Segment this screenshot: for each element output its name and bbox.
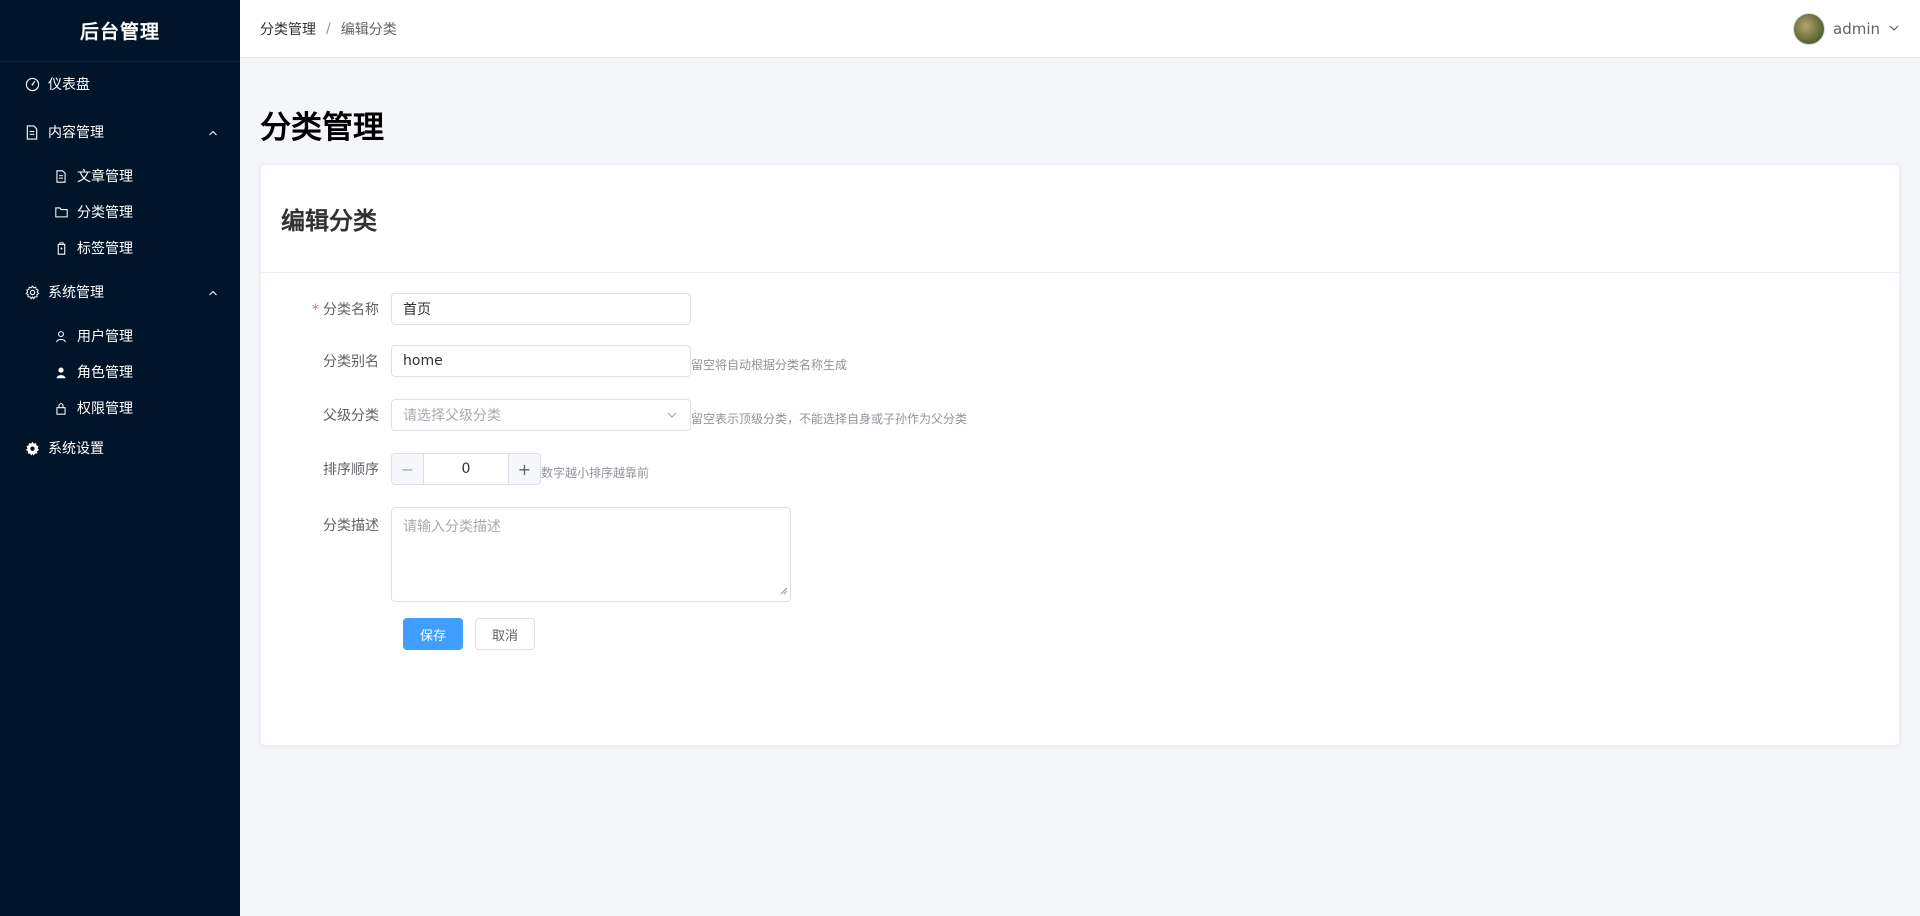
lock-icon — [53, 400, 69, 416]
decrement-button[interactable]: − — [392, 454, 424, 484]
user-icon — [53, 328, 69, 344]
sidebar-item-label: 仪表盘 — [48, 77, 90, 93]
sort-label: 排序顺序 — [323, 462, 379, 478]
name-label: * 分类名称 — [312, 302, 379, 318]
edit-category-card: 编辑分类 * 分类名称 首页 分类别名 home 留空将自动根据分类名称生成 父级… — [260, 164, 1900, 746]
alias-label: 分类别名 — [323, 354, 379, 370]
form-row-parent: 父级分类 请选择父级分类 留空表示顶级分类，不能选择自身或子孙作为父分类 — [261, 399, 967, 431]
sidebar-item-label: 权限管理 — [77, 401, 133, 417]
sidebar-item-categories[interactable]: 分类管理 — [0, 194, 240, 230]
sidebar-item-settings[interactable]: 系统设置 — [0, 428, 240, 468]
avatar — [1793, 12, 1825, 45]
form-row-alias: 分类别名 home 留空将自动根据分类名称生成 — [261, 345, 847, 377]
sort-order-input[interactable]: 0 — [424, 454, 508, 484]
sidebar-item-label: 文章管理 — [77, 169, 133, 185]
category-description-textarea[interactable]: 请输入分类描述 — [391, 507, 791, 602]
chevron-up-icon — [208, 126, 218, 142]
sidebar-item-label: 角色管理 — [77, 365, 133, 381]
username: admin — [1833, 19, 1880, 38]
sidebar-group-label: 系统管理 — [48, 285, 104, 301]
increment-button[interactable]: + — [508, 454, 540, 484]
card-title: 编辑分类 — [261, 165, 1899, 273]
resize-handle-icon[interactable] — [780, 583, 788, 599]
form-actions: 保存 取消 — [403, 618, 535, 650]
chevron-up-icon — [208, 286, 218, 302]
sort-hint: 数字越小排序越靠前 — [541, 465, 650, 480]
sidebar-item-label: 标签管理 — [77, 241, 133, 257]
chevron-down-icon — [1888, 20, 1900, 38]
gear-filled-icon — [24, 440, 40, 456]
alias-hint: 留空将自动根据分类名称生成 — [691, 357, 848, 372]
breadcrumb-item-categories[interactable]: 分类管理 — [260, 19, 316, 39]
sidebar-group-content[interactable]: 内容管理 — [0, 112, 240, 152]
description-placeholder: 请输入分类描述 — [403, 519, 501, 535]
tag-icon — [53, 240, 69, 256]
form-row-sort: 排序顺序 − 0 + 数字越小排序越靠前 — [261, 453, 649, 485]
category-name-input[interactable]: 首页 — [391, 293, 691, 325]
main-content: 分类管理 编辑分类 * 分类名称 首页 分类别名 home 留空将自动根据分类名称… — [240, 58, 1920, 916]
breadcrumb-item-current: 编辑分类 — [340, 21, 397, 38]
folder-icon — [53, 204, 69, 220]
parent-label: 父级分类 — [323, 408, 379, 424]
dashboard-icon — [24, 76, 40, 92]
page-title: 分类管理 — [260, 110, 384, 146]
top-header: 分类管理 / 编辑分类 admin — [240, 0, 1920, 58]
form-row-name: * 分类名称 首页 — [261, 293, 691, 325]
breadcrumb-separator: / — [326, 20, 331, 37]
user-menu[interactable]: admin — [1793, 12, 1900, 45]
sidebar-item-tags[interactable]: 标签管理 — [0, 230, 240, 266]
sidebar: 后台管理 仪表盘 内容管理 文章管理 分类管理 标签管理 系统管理 用户管理 角… — [0, 0, 240, 916]
sort-order-stepper: − 0 + — [391, 453, 541, 485]
gear-icon — [24, 284, 40, 300]
chevron-down-icon — [666, 409, 678, 425]
category-alias-input[interactable]: home — [391, 345, 691, 377]
form-row-description: 分类描述 请输入分类描述 — [261, 507, 791, 602]
parent-select-placeholder: 请选择父级分类 — [403, 408, 501, 424]
document-icon — [53, 168, 69, 184]
sidebar-item-label: 用户管理 — [77, 329, 133, 345]
document-icon — [24, 124, 40, 140]
sidebar-item-dashboard[interactable]: 仪表盘 — [0, 64, 240, 104]
cancel-button[interactable]: 取消 — [475, 618, 535, 650]
sidebar-group-label: 内容管理 — [48, 125, 104, 141]
save-button[interactable]: 保存 — [403, 618, 463, 650]
parent-hint: 留空表示顶级分类，不能选择自身或子孙作为父分类 — [691, 411, 968, 426]
app-logo-title: 后台管理 — [0, 0, 240, 62]
description-label: 分类描述 — [323, 518, 379, 534]
sidebar-item-label: 系统设置 — [48, 441, 104, 457]
parent-category-select[interactable]: 请选择父级分类 — [391, 399, 691, 431]
sidebar-item-label: 分类管理 — [77, 205, 133, 221]
sidebar-item-roles[interactable]: 角色管理 — [0, 354, 240, 390]
breadcrumb: 分类管理 / 编辑分类 — [260, 19, 397, 39]
sidebar-item-permissions[interactable]: 权限管理 — [0, 390, 240, 426]
user-filled-icon — [53, 364, 69, 380]
sidebar-item-articles[interactable]: 文章管理 — [0, 158, 240, 194]
sidebar-group-system[interactable]: 系统管理 — [0, 272, 240, 312]
sidebar-item-users[interactable]: 用户管理 — [0, 318, 240, 354]
required-mark: * — [312, 302, 319, 318]
